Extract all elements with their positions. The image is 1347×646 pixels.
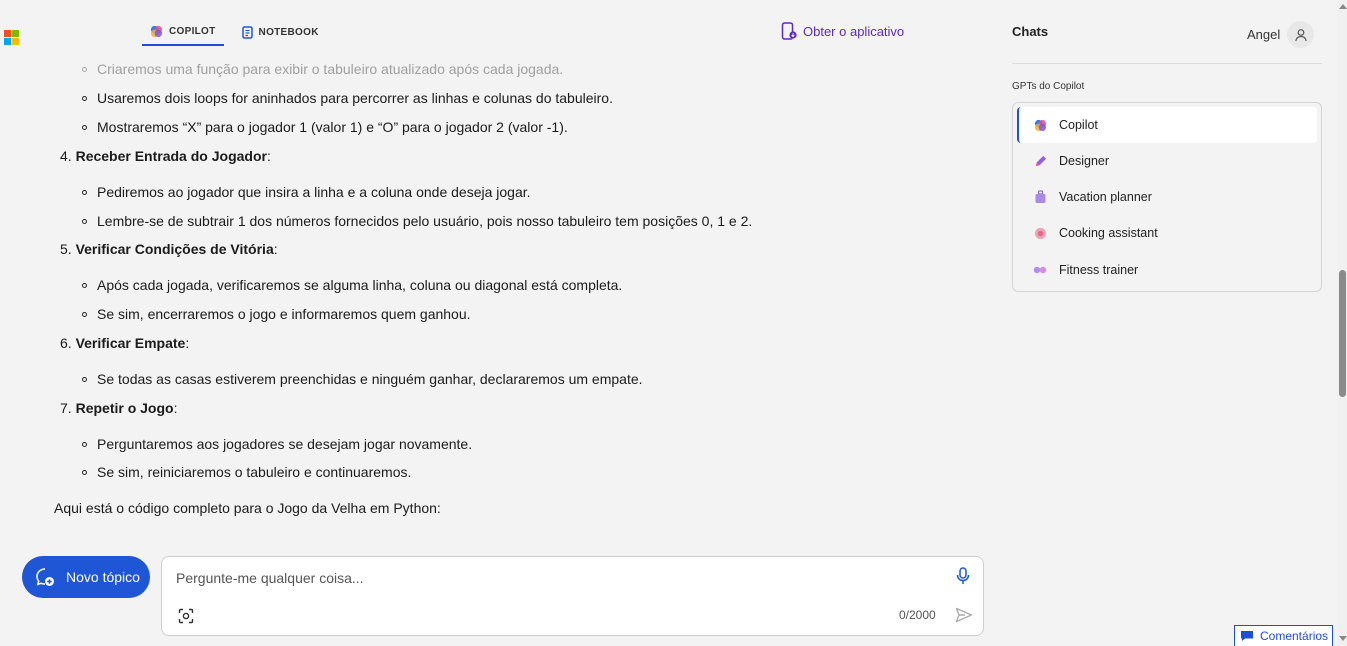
gpt-item-label: Fitness trainer — [1059, 263, 1139, 277]
gpt-item-copilot[interactable]: Copilot — [1017, 107, 1317, 143]
user-icon — [1294, 28, 1307, 41]
new-topic-label: Novo tópico — [66, 569, 140, 585]
character-counter: 0/2000 — [899, 608, 936, 622]
tab-copilot[interactable]: COPILOT — [142, 18, 224, 46]
closing-paragraph: Aqui está o código completo para o Jogo … — [54, 500, 441, 516]
gpts-section-title: GPTs do Copilot — [1012, 81, 1085, 92]
notebook-icon — [241, 25, 253, 39]
scroll-down-arrow-icon[interactable] — [1339, 636, 1347, 641]
gpt-item-label: Designer — [1059, 154, 1110, 168]
camera-scan-icon — [178, 608, 194, 624]
gpt-item-label: Cooking assistant — [1059, 226, 1158, 240]
copilot-icon — [150, 25, 163, 37]
chat-input[interactable] — [176, 567, 936, 589]
chats-title[interactable]: Chats — [1012, 24, 1048, 39]
microphone-icon — [956, 567, 970, 584]
get-app-link[interactable]: Obter o aplicativo — [781, 22, 904, 40]
avatar[interactable] — [1287, 21, 1314, 48]
get-app-label: Obter o aplicativo — [803, 23, 905, 39]
feedback-button[interactable]: Comentários — [1234, 625, 1333, 646]
scroll-up-arrow-icon[interactable] — [1339, 4, 1347, 9]
microsoft-logo-icon[interactable] — [4, 30, 19, 45]
suitcase-icon — [1035, 190, 1045, 203]
send-button[interactable] — [955, 607, 973, 628]
send-icon — [955, 607, 973, 623]
new-topic-button[interactable]: Novo tópico — [22, 556, 150, 598]
gpt-item-label: Copilot — [1059, 118, 1098, 132]
phone-download-icon — [781, 22, 797, 40]
tab-notebook-label: NOTEBOOK — [258, 26, 319, 38]
sidebar-divider — [1012, 63, 1322, 64]
microphone-button[interactable] — [956, 567, 970, 590]
tab-notebook[interactable]: NOTEBOOK — [234, 18, 327, 46]
copilot-icon — [1034, 119, 1046, 131]
user-name[interactable]: Angel — [1247, 27, 1280, 42]
top-tabs: COPILOT NOTEBOOK — [142, 18, 327, 48]
dumbbell-icon — [1033, 266, 1047, 274]
feedback-label: Comentários — [1260, 629, 1329, 643]
cooking-icon — [1034, 227, 1046, 239]
gpt-item-cooking-assistant[interactable]: Cooking assistant — [1017, 215, 1317, 251]
gpt-item-label: Vacation planner — [1059, 190, 1152, 204]
chat-composer: 0/2000 — [161, 556, 984, 636]
comment-icon — [1241, 631, 1253, 641]
designer-icon — [1035, 155, 1046, 166]
gpt-item-vacation-planner[interactable]: Vacation planner — [1017, 179, 1317, 215]
visual-search-button[interactable] — [178, 608, 194, 629]
new-chat-icon — [36, 568, 54, 586]
gpt-item-designer[interactable]: Designer — [1017, 143, 1317, 179]
tab-copilot-label: COPILOT — [169, 25, 216, 37]
gpt-list: Copilot Designer Vacation planner Cookin… — [1012, 102, 1322, 292]
scrollbar-thumb[interactable] — [1339, 270, 1346, 397]
gpt-item-fitness-trainer[interactable]: Fitness trainer — [1017, 252, 1317, 288]
